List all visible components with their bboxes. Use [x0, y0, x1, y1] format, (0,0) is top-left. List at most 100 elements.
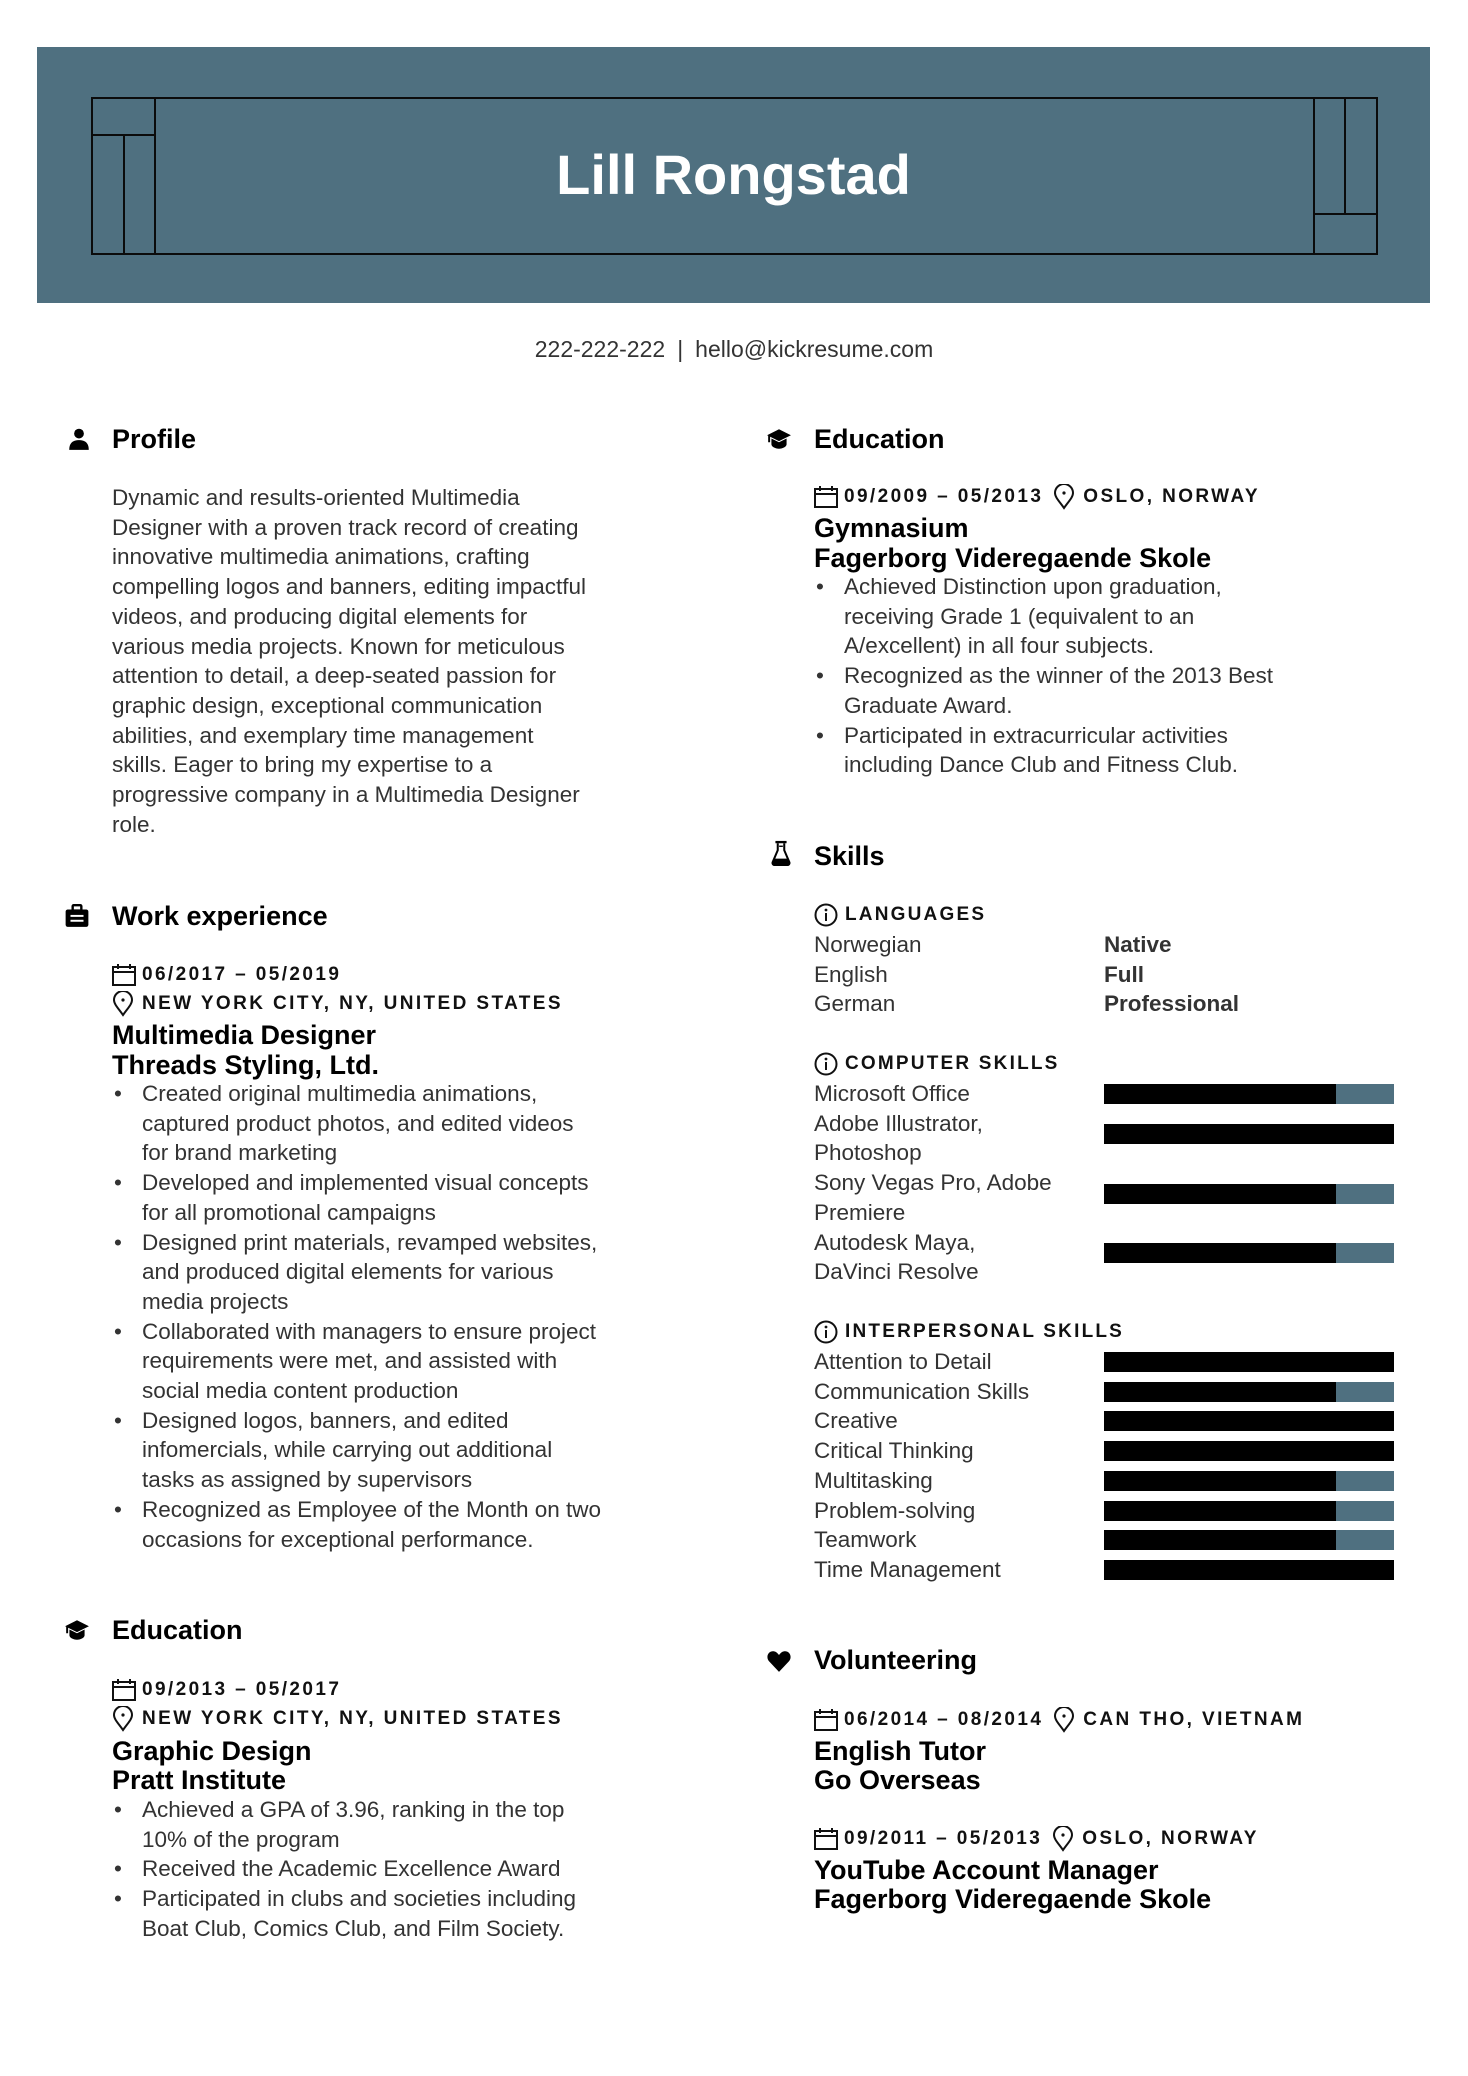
- profile-line: attention to detail, a deep-seated passi…: [112, 663, 557, 689]
- briefcase-icon: [65, 903, 89, 927]
- profile-line: compelling logos and banners, editing im…: [112, 574, 587, 600]
- section-heading-profile: Profile: [112, 424, 197, 454]
- education-bullets: Achieved Distinction upon graduation, rec…: [814, 572, 1434, 780]
- skill-name: Adobe Illustrator,: [814, 1110, 983, 1136]
- contact-line: 222-222-222 | hello@kickresume.com: [0, 334, 1468, 364]
- skill-name: Microsoft Office: [814, 1081, 970, 1106]
- info-icon: [814, 1052, 838, 1076]
- education-location: NEW YORK CITY, NY, UNITED STATES: [112, 1706, 563, 1732]
- info-icon: [814, 903, 838, 927]
- date-range: 06/2014 – 08/2014: [844, 1709, 1044, 1730]
- bullet-item: Achieved a GPA of 3.96, ranking in the t…: [112, 1795, 732, 1854]
- volunteer-meta: 06/2014 – 08/2014 CAN THO, VIETNAM: [814, 1707, 1304, 1733]
- bullet-line: media projects: [142, 1288, 289, 1314]
- skill-bar: [1104, 1183, 1394, 1204]
- section-heading-education: Education: [112, 1615, 243, 1645]
- language-name: German: [814, 991, 896, 1017]
- bullet-line: 10% of the program: [142, 1826, 340, 1852]
- volunteer-meta: 09/2011 – 05/2013 OSLO, NORWAY: [814, 1826, 1259, 1852]
- location: OSLO, NORWAY: [1083, 486, 1260, 507]
- calendar-icon: [112, 1679, 136, 1701]
- header-banner: Lill Rongstad: [37, 47, 1430, 303]
- date-range: 09/2009 – 05/2013: [844, 486, 1044, 507]
- bullet-item: Participated in clubs and societies incl…: [112, 1884, 732, 1943]
- bullet-item: Designed logos, banners, and edited infom…: [112, 1406, 732, 1495]
- email-link[interactable]: hello@kickresume.com: [695, 336, 933, 362]
- bullet-line: Collaborated with managers to ensure pro…: [142, 1318, 596, 1344]
- bullet-line: for brand marketing: [142, 1140, 338, 1166]
- skill-bar: [1104, 1352, 1394, 1372]
- bullet-line: for all promotional campaigns: [142, 1199, 436, 1225]
- bullet-line: Boat Club, Comics Club, and Film Society…: [142, 1915, 565, 1941]
- graduation-cap-icon: [767, 429, 791, 449]
- skill-bar: [1104, 1411, 1394, 1432]
- bullet-line: including Dance Club and Fitness Club.: [844, 752, 1238, 778]
- skills-interpersonal-label: INTERPERSONAL SKILLS: [814, 1319, 1124, 1345]
- map-pin-icon: [112, 1706, 134, 1732]
- profile-line: Designer with a proven track record of c…: [112, 514, 579, 540]
- degree: Graphic Design: [112, 1736, 312, 1766]
- language-level: Full: [1104, 961, 1144, 987]
- bullet-line: Designed logos, banners, and edited: [142, 1407, 509, 1433]
- skills-languages-label: LANGUAGES: [814, 902, 986, 928]
- bullet-line: Achieved a GPA of 3.96, ranking in the t…: [142, 1797, 565, 1822]
- location: NEW YORK CITY, NY, UNITED STATES: [142, 1708, 563, 1729]
- bullet-line: Participated in clubs and societies incl…: [142, 1886, 577, 1912]
- skill-bar: [1104, 1441, 1394, 1462]
- skill-name: Multitasking: [814, 1467, 933, 1493]
- skill-name: Teamwork: [814, 1527, 917, 1553]
- bullet-item: Participated in extracurricular activiti…: [814, 721, 1434, 780]
- skill-bar: [1104, 1559, 1394, 1580]
- work-bullets: Created original multimedia animations, c…: [112, 1079, 732, 1554]
- skill-name: Problem-solving: [814, 1497, 976, 1523]
- bullet-item: Collaborated with managers to ensure pro…: [112, 1317, 732, 1406]
- profile-line: role.: [112, 811, 156, 837]
- calendar-icon: [814, 486, 838, 508]
- language-level: Professional: [1104, 991, 1240, 1017]
- volunteer-org: Go Overseas: [814, 1765, 981, 1795]
- profile-line: innovative multimedia animations, crafti…: [112, 544, 530, 570]
- location: OSLO, NORWAY: [1082, 1828, 1259, 1849]
- language-name: Norwegian: [814, 932, 922, 957]
- profile-line: abilities, and exemplary time management: [112, 722, 534, 748]
- candidate-name: Lill Rongstad: [556, 143, 911, 206]
- skill-name: Time Management: [814, 1556, 1001, 1582]
- bullet-line: captured product photos, and edited vide…: [142, 1110, 574, 1136]
- graduation-cap-icon: [65, 1620, 89, 1640]
- degree: Gymnasium: [814, 513, 969, 543]
- skill-bar: [1104, 1243, 1394, 1264]
- skill-name: Premiere: [814, 1199, 906, 1225]
- language-name: English: [814, 961, 888, 987]
- work-dates: 06/2017 – 05/2019: [112, 962, 341, 988]
- skill-bar: [1104, 1124, 1394, 1145]
- bullet-line: Developed and implemented visual concept…: [142, 1170, 589, 1196]
- skill-bar-fill: [1104, 1441, 1394, 1462]
- location: CAN THO, VIETNAM: [1083, 1709, 1305, 1730]
- skill-bar-fill: [1104, 1084, 1336, 1104]
- bullet-item: Created original multimedia animations, c…: [112, 1079, 732, 1168]
- bullet-line: and produced digital elements for variou…: [142, 1259, 554, 1285]
- bullet-item: Recognized as Employee of the Month on t…: [112, 1495, 732, 1554]
- date-range: 06/2017 – 05/2019: [142, 964, 342, 985]
- profile-line: progressive company in a Multimedia Desi…: [112, 782, 580, 808]
- education-dates: 09/2013 – 05/2017: [112, 1677, 341, 1703]
- education-bullets: Achieved a GPA of 3.96, ranking in the t…: [112, 1795, 732, 1944]
- skill-name: Communication Skills: [814, 1378, 1030, 1404]
- bullet-line: requirements were met, and assisted with: [142, 1348, 558, 1374]
- date-range: 09/2011 – 05/2013: [844, 1828, 1043, 1849]
- skill-bar: [1104, 1470, 1394, 1491]
- school-name: Pratt Institute: [112, 1765, 287, 1795]
- skill-bar-fill: [1104, 1124, 1394, 1145]
- bullet-item: Designed print materials, revamped websi…: [112, 1228, 732, 1317]
- bullet-line: Recognized as Employee of the Month on t…: [142, 1496, 602, 1522]
- date-range: 09/2013 – 05/2017: [142, 1679, 342, 1700]
- calendar-icon: [814, 1828, 838, 1850]
- bullet-item: Received the Academic Excellence Award: [112, 1854, 732, 1884]
- skill-name: Creative: [814, 1408, 898, 1434]
- language-level: Native: [1104, 932, 1172, 957]
- heart-icon: [767, 1651, 791, 1672]
- user-icon: [69, 428, 89, 450]
- bullet-line: receiving Grade 1 (equivalent to an: [844, 603, 1195, 629]
- bullet-line: Created original multimedia animations,: [142, 1081, 538, 1106]
- skills-computer-label: COMPUTER SKILLS: [814, 1051, 1060, 1077]
